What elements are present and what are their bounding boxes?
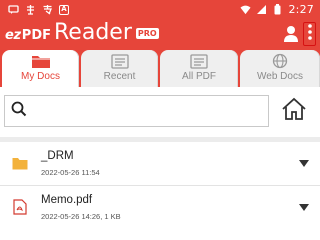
chevron-down-icon[interactable] — [298, 159, 310, 167]
list-item[interactable]: _DRM 2022-05-26 11:54 — [0, 142, 320, 185]
tab-all-pdf-label: All PDF — [182, 71, 216, 82]
user-icon — [283, 26, 299, 47]
battery-icon — [272, 4, 283, 15]
app-bar: ez PDF Reader PRO — [0, 19, 320, 47]
folder-icon — [31, 52, 51, 70]
chinese-char-icon — [42, 4, 53, 15]
file-name: Memo.pdf — [41, 194, 93, 206]
tab-bar: My Docs Recent All PDF Web Docs — [0, 47, 320, 87]
tab-my-docs[interactable]: My Docs — [2, 50, 79, 87]
status-left-icons: A — [8, 4, 69, 15]
globe-icon — [272, 52, 288, 70]
chevron-down-icon[interactable] — [298, 203, 310, 211]
chinese-char-icon — [25, 4, 36, 15]
recent-list-icon — [110, 52, 129, 70]
pdf-list-icon — [190, 52, 208, 70]
android-message-icon — [8, 4, 19, 15]
tab-recent[interactable]: Recent — [81, 50, 158, 87]
a-box-icon: A — [59, 4, 69, 15]
logo-ez: ez — [5, 28, 21, 43]
tab-all-pdf[interactable]: All PDF — [160, 50, 238, 87]
tab-my-docs-label: My Docs — [21, 71, 60, 82]
file-meta: 2022-05-26 11:54 — [41, 168, 100, 177]
logo-reader: Reader — [54, 20, 132, 45]
wifi-icon — [240, 4, 252, 15]
signal-icon — [256, 4, 267, 15]
status-time: 2:27 — [288, 3, 314, 16]
pro-badge: PRO — [135, 28, 159, 39]
status-bar: A 2:27 — [0, 0, 320, 19]
tab-recent-label: Recent — [103, 71, 136, 82]
folder-icon — [12, 155, 28, 171]
pdf-file-icon — [12, 199, 28, 215]
user-account-button[interactable] — [283, 25, 299, 43]
search-row — [0, 87, 320, 137]
more-options-button[interactable] — [303, 22, 316, 46]
file-name: _DRM — [41, 150, 74, 162]
file-list: _DRM 2022-05-26 11:54 Memo.pdf 2022-05-2… — [0, 137, 320, 229]
list-item[interactable]: Memo.pdf 2022-05-26 14:26, 1 KB — [0, 186, 320, 229]
home-button[interactable] — [280, 97, 308, 125]
status-right-icons: 2:27 — [240, 3, 314, 16]
app-logo: ez PDF Reader PRO — [5, 21, 159, 45]
search-icon[interactable] — [11, 101, 27, 122]
home-icon — [281, 97, 307, 126]
file-meta: 2022-05-26 14:26, 1 KB — [41, 212, 121, 221]
logo-pdf: PDF — [21, 28, 51, 43]
search-input[interactable] — [33, 104, 253, 118]
more-vert-icon — [307, 23, 312, 45]
tab-web-docs[interactable]: Web Docs — [240, 50, 320, 87]
tab-web-docs-label: Web Docs — [257, 71, 303, 82]
search-box[interactable] — [4, 95, 269, 127]
